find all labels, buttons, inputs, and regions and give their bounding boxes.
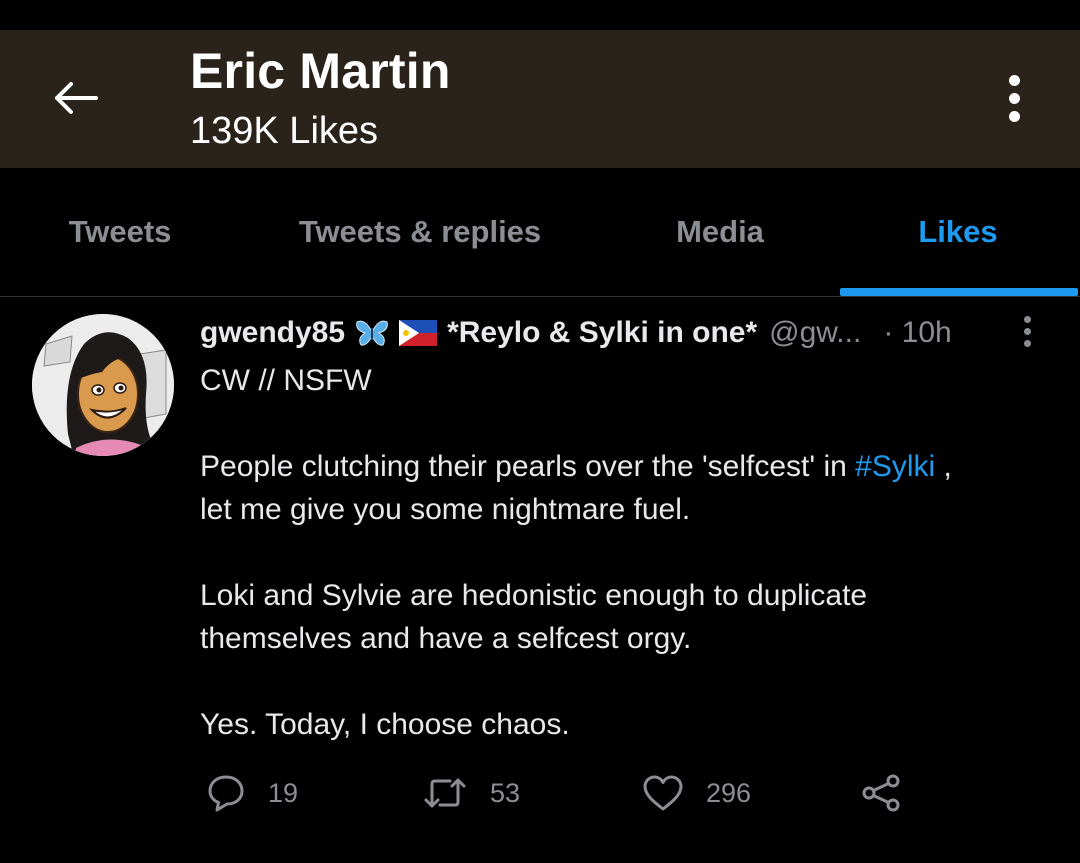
butterfly-icon [355,318,389,348]
retweet-icon [424,778,466,808]
arrow-left-icon [55,82,98,114]
tweet-header: gwendy85 *Reylo & Sylki in one* @gw... · [200,311,1000,355]
profile-likes-screen: Eric Martin 139K Likes Tweets Tweets & r… [0,0,1080,863]
share-icon [862,774,900,812]
author-handle: @gw... [769,316,862,349]
reply-count: 19 [268,777,299,808]
tweet-time: · 10h [883,316,952,349]
vertical-dots-icon [1023,315,1031,323]
tweet-line: let me give you some nightmare fuel. [200,493,691,526]
tab-tweets[interactable]: Tweets [40,168,200,296]
like-button[interactable]: 296 [642,767,751,819]
more-options-button[interactable] [994,66,1034,130]
tweet-more-button[interactable] [1016,313,1038,349]
avatar[interactable] [32,314,174,456]
author-name-suffix: *Reylo & Sylki in one* [447,316,758,349]
hashtag-link[interactable]: #Sylki [855,450,935,483]
tab-likes[interactable]: Likes [878,168,1038,296]
active-tab-indicator [840,288,1078,296]
profile-tabs: Tweets Tweets & replies Media Likes [0,168,1080,297]
back-button[interactable] [44,68,106,128]
tab-media[interactable]: Media [640,168,800,296]
tweet[interactable]: gwendy85 *Reylo & Sylki in one* @gw... · [0,297,1080,863]
likes-count: 139K Likes [190,110,379,152]
like-count: 296 [706,777,752,808]
tweet-text: CW // NSFW People clutching their pearls… [200,359,1050,746]
share-button[interactable] [860,767,902,819]
tweet-line: themselves and have a selfcest orgy. [200,622,692,655]
tab-tweets-and-replies[interactable]: Tweets & replies [280,168,560,296]
tweet-actions: 19 53 296 [200,767,920,819]
retweet-button[interactable]: 53 [422,767,520,819]
heart-icon [643,775,683,811]
tweet-line: CW // NSFW [200,364,372,397]
page-title: Eric Martin [190,43,451,99]
reply-icon [208,775,244,812]
philippines-flag-icon [399,320,438,346]
reply-button[interactable]: 19 [206,767,298,819]
retweet-count: 53 [490,777,521,808]
profile-header: Eric Martin 139K Likes [0,30,1080,168]
tweet-line: Yes. Today, I choose chaos. [200,708,570,741]
tweet-line: Loki and Sylvie are hedonistic enough to… [200,579,868,612]
author-name[interactable]: gwendy85 [200,316,345,350]
tweet-paragraph: People clutching their pearls over the '… [200,450,952,483]
cartoon-avatar-icon [32,314,174,456]
vertical-dots-icon [1008,74,1020,86]
